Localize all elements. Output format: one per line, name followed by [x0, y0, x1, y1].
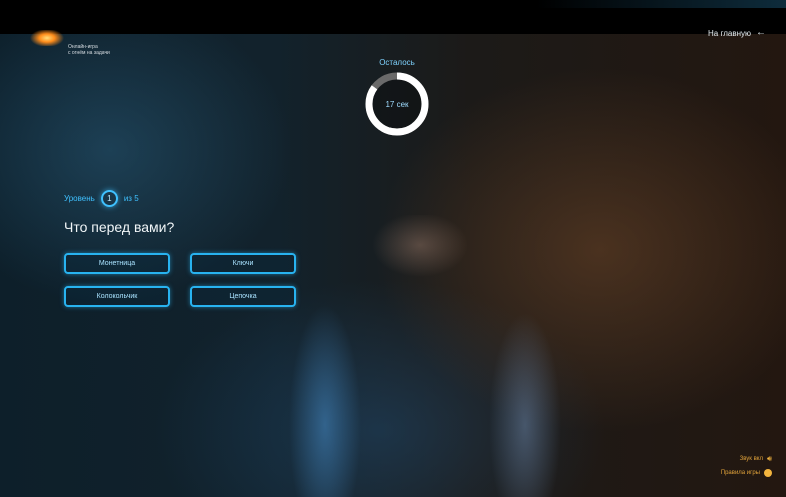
answer-button[interactable]: Колокольчик [64, 286, 170, 307]
level-label: Уровень [64, 194, 95, 203]
logo[interactable]: Онлайн-игра с огнём на задачи [30, 26, 140, 66]
answer-button[interactable]: Монетница [64, 253, 170, 274]
timer-value: 17 сек [385, 99, 409, 109]
info-dot-icon [764, 469, 772, 477]
timer-label: Осталось [379, 58, 415, 67]
question-text: Что перед вами? [64, 219, 175, 235]
level-badge: 1 [100, 190, 118, 207]
home-link[interactable]: На главную ← [708, 28, 766, 38]
answer-button[interactable]: Ключи [190, 253, 296, 274]
speaker-icon: 🔊︎ [766, 454, 772, 463]
timer-ring: 17 сек [364, 71, 430, 137]
logo-tagline: Онлайн-игра с огнём на задачи [68, 44, 110, 56]
sound-toggle-label: Звук вкл [739, 456, 763, 462]
answer-options: Монетница Ключи Колокольчик Цепочка [64, 253, 298, 307]
answer-button[interactable]: Цепочка [190, 286, 296, 307]
arrow-left-icon: ← [756, 27, 766, 38]
rules-link-label: Правила игры [720, 470, 760, 476]
rules-link[interactable]: Правила игры [721, 469, 772, 477]
home-link-label: На главную [708, 28, 751, 38]
timer: Осталось 17 сек [362, 58, 432, 137]
flame-logo-icon [30, 30, 64, 46]
game-controls: Звук вкл 🔊︎ Правила игры [721, 455, 772, 483]
level-total: из 5 [123, 194, 139, 203]
sound-toggle[interactable]: Звук вкл 🔊︎ [721, 455, 772, 463]
level-indicator: Уровень 1 из 5 [64, 190, 139, 207]
top-bar-accent [536, 0, 786, 8]
hands-photo [255, 215, 585, 497]
